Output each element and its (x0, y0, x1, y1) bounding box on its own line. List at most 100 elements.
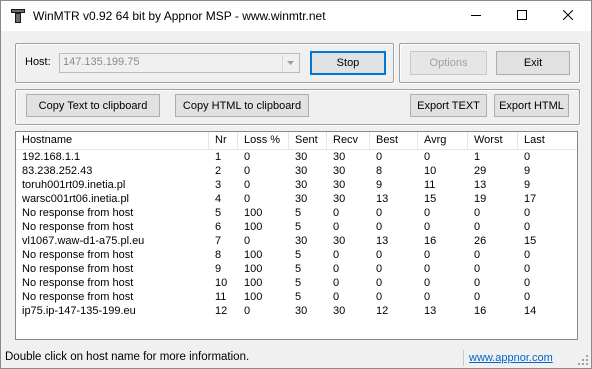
cell-last: 0 (524, 151, 531, 163)
table-row[interactable]: No response from host 5 100 5 0 0 0 0 0 (16, 206, 577, 220)
cell-worst: 13 (474, 179, 487, 191)
winmtr-window: WinMTR v0.92 64 bit by Appnor MSP - www.… (0, 0, 592, 369)
cell-loss: 100 (244, 207, 263, 219)
column-header-last[interactable]: Last (518, 132, 577, 149)
cell-best: 0 (376, 207, 383, 219)
cell-recv: 30 (333, 193, 346, 205)
cell-nr: 1 (215, 151, 222, 163)
cell-loss: 100 (244, 277, 263, 289)
table-row[interactable]: warsc001rt06.inetia.pl 4 0 30 30 13 15 19 17 (16, 192, 577, 206)
cell-loss: 0 (244, 235, 251, 247)
cell-best: 0 (376, 291, 383, 303)
cell-nr: 12 (215, 305, 228, 317)
cell-hostname: No response from host (22, 207, 134, 219)
cell-worst: 0 (474, 291, 481, 303)
cell-avrg: 11 (424, 179, 436, 191)
appnor-link[interactable]: www.appnor.com (469, 352, 553, 364)
table-row[interactable]: 192.168.1.1 1 0 30 30 0 0 1 0 (16, 150, 577, 164)
maximize-button[interactable] (499, 1, 545, 31)
cell-sent: 30 (295, 151, 308, 163)
table-row[interactable]: No response from host 11 100 5 0 0 0 0 0 (16, 290, 577, 304)
winmtr-app-icon (11, 9, 25, 23)
cell-worst: 1 (474, 151, 481, 163)
close-button[interactable] (545, 1, 591, 31)
cell-last: 9 (524, 179, 531, 191)
minimize-button[interactable] (453, 1, 499, 31)
cell-hostname: 83.238.252.43 (22, 165, 93, 177)
hop-list[interactable]: Hostname Nr Loss % Sent Recv Best Avrg W… (15, 131, 578, 340)
host-value: 147.135.199.75 (63, 56, 140, 68)
cell-avrg: 10 (424, 165, 437, 177)
column-header-best[interactable]: Best (370, 132, 418, 149)
cell-last: 0 (524, 221, 531, 233)
stop-button[interactable]: Stop (310, 51, 386, 75)
cell-avrg: 0 (424, 249, 431, 261)
table-row[interactable]: No response from host 9 100 5 0 0 0 0 0 (16, 262, 577, 276)
cell-best: 0 (376, 221, 383, 233)
export-text-button[interactable]: Export TEXT (410, 94, 487, 117)
cell-worst: 19 (474, 193, 487, 205)
cell-nr: 4 (215, 193, 222, 205)
cell-loss: 0 (244, 179, 251, 191)
status-text: Double click on host name for more infor… (5, 351, 250, 363)
copy-html-button[interactable]: Copy HTML to clipboard (175, 94, 309, 117)
export-html-button[interactable]: Export HTML (494, 94, 569, 117)
column-header-hostname[interactable]: Hostname (16, 132, 209, 149)
cell-avrg: 0 (424, 277, 431, 289)
cell-best: 0 (376, 263, 383, 275)
close-icon (562, 9, 574, 23)
options-button[interactable]: Options (410, 51, 487, 75)
cell-sent: 30 (295, 165, 308, 177)
cell-hostname: No response from host (22, 221, 134, 233)
column-header-sent[interactable]: Sent (289, 132, 327, 149)
cell-hostname: No response from host (22, 291, 134, 303)
cell-recv: 30 (333, 165, 346, 177)
cell-last: 0 (524, 207, 531, 219)
cell-nr: 11 (215, 291, 227, 303)
cell-hostname: No response from host (22, 263, 134, 275)
table-row[interactable]: No response from host 8 100 5 0 0 0 0 0 (16, 248, 577, 262)
cell-hostname: vl1067.waw-d1-a75.pl.eu (22, 235, 145, 247)
table-row[interactable]: 83.238.252.43 2 0 30 30 8 10 29 9 (16, 164, 577, 178)
table-row[interactable]: No response from host 10 100 5 0 0 0 0 0 (16, 276, 577, 290)
list-header: Hostname Nr Loss % Sent Recv Best Avrg W… (16, 132, 577, 150)
cell-last: 15 (524, 235, 537, 247)
maximize-icon (517, 9, 527, 23)
table-row[interactable]: No response from host 6 100 5 0 0 0 0 0 (16, 220, 577, 234)
cell-last: 14 (524, 305, 537, 317)
chevron-down-icon[interactable] (282, 55, 298, 71)
exit-button[interactable]: Exit (496, 51, 570, 75)
column-header-loss[interactable]: Loss % (238, 132, 289, 149)
cell-sent: 30 (295, 193, 308, 205)
resize-grip-icon[interactable] (577, 354, 589, 366)
cell-worst: 16 (474, 305, 487, 317)
cell-nr: 3 (215, 179, 222, 191)
cell-worst: 0 (474, 249, 481, 261)
cell-sent: 30 (295, 305, 308, 317)
table-row[interactable]: ip75.ip-147-135-199.eu 12 0 30 30 12 13 16 14 (16, 304, 577, 318)
cell-sent: 30 (295, 235, 308, 247)
cell-hostname: No response from host (22, 249, 134, 261)
title-bar[interactable]: WinMTR v0.92 64 bit by Appnor MSP - www.… (1, 1, 591, 31)
cell-best: 0 (376, 151, 383, 163)
cell-recv: 0 (333, 263, 340, 275)
host-combobox[interactable]: 147.135.199.75 (59, 53, 300, 73)
column-header-worst[interactable]: Worst (468, 132, 518, 149)
cell-loss: 100 (244, 249, 263, 261)
cell-best: 8 (376, 165, 383, 177)
column-header-nr[interactable]: Nr (209, 132, 238, 149)
copy-text-button[interactable]: Copy Text to clipboard (26, 94, 160, 117)
window-title: WinMTR v0.92 64 bit by Appnor MSP - www.… (33, 9, 326, 23)
cell-recv: 0 (333, 249, 340, 261)
table-row[interactable]: toruh001rt09.inetia.pl 3 0 30 30 9 11 13 9 (16, 178, 577, 192)
cell-best: 9 (376, 179, 383, 191)
cell-avrg: 0 (424, 291, 431, 303)
cell-avrg: 0 (424, 263, 431, 275)
cell-last: 0 (524, 291, 531, 303)
cell-sent: 30 (295, 179, 308, 191)
column-header-avrg[interactable]: Avrg (418, 132, 468, 149)
table-row[interactable]: vl1067.waw-d1-a75.pl.eu 7 0 30 30 13 16 26 15 (16, 234, 577, 248)
cell-nr: 7 (215, 235, 222, 247)
cell-recv: 30 (333, 151, 346, 163)
column-header-recv[interactable]: Recv (327, 132, 370, 149)
